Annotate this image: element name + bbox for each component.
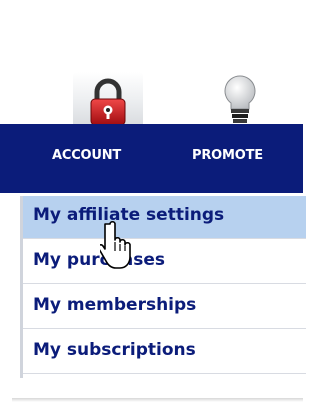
lightbulb-icon xyxy=(224,75,256,129)
tab-account[interactable]: ACCOUNT xyxy=(52,148,121,163)
menu-item-purchases[interactable]: My purchases xyxy=(23,241,306,284)
lock-icon xyxy=(90,78,126,126)
account-dropdown-menu: My affiliate settings My purchases My me… xyxy=(20,196,306,378)
menu-item-subscriptions[interactable]: My subscriptions xyxy=(23,331,306,374)
menu-item-affiliate-settings[interactable]: My affiliate settings xyxy=(23,196,306,239)
menu-shadow xyxy=(12,398,303,402)
tab-promote[interactable]: PROMOTE xyxy=(192,148,263,163)
account-icon-button[interactable] xyxy=(73,72,143,130)
menu-item-label: My memberships xyxy=(33,295,197,315)
hand-cursor-icon xyxy=(97,220,140,272)
menu-item-memberships[interactable]: My memberships xyxy=(23,286,306,329)
menu-item-label: My purchases xyxy=(33,250,165,270)
menu-item-label: My subscriptions xyxy=(33,340,196,360)
promote-icon-button[interactable] xyxy=(205,70,275,132)
